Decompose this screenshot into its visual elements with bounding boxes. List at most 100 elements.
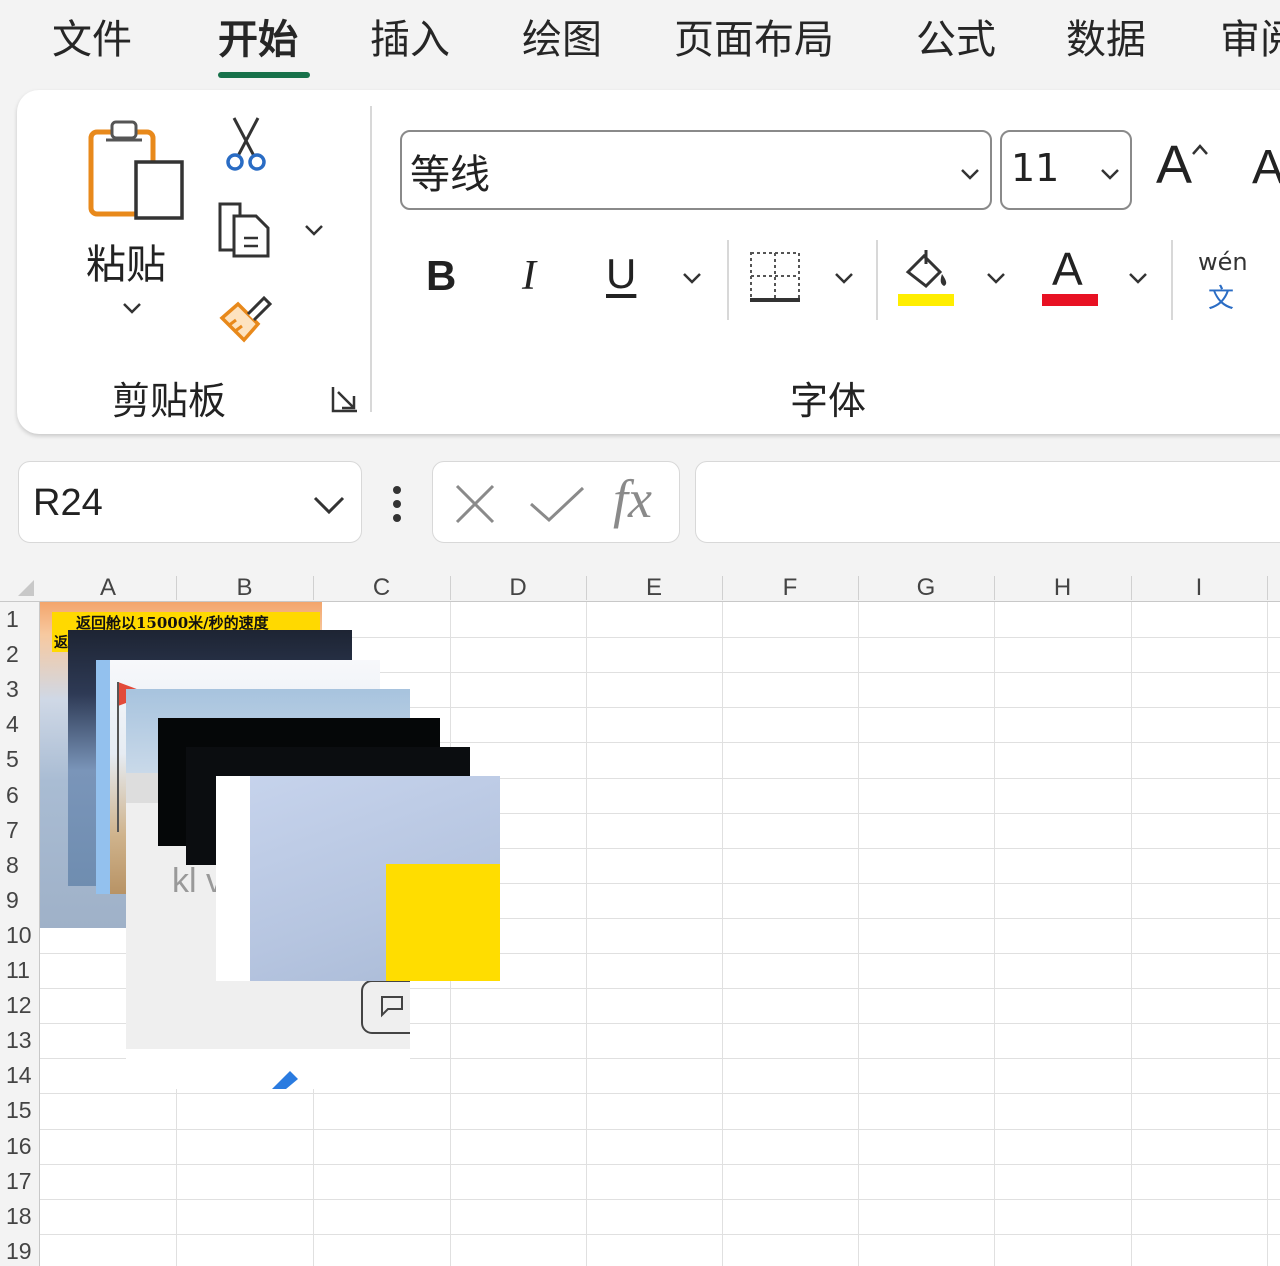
phonetic-guide-bottom[interactable]: 文 [1208,278,1234,315]
gridline-vertical [586,602,587,1266]
picture-yellow-block [386,864,500,981]
picture-caption-2: 返 [54,635,68,651]
comment-icon [361,980,410,1034]
ribbon-group-separator [370,106,372,412]
row-header[interactable]: 17 [0,1168,36,1195]
column-header[interactable]: B [236,574,252,602]
italic-button[interactable]: I [522,252,536,300]
font-name-combobox[interactable]: 等线 [400,130,992,210]
tab-formulas[interactable]: 公式 [916,10,996,70]
column-header-divider [858,576,859,600]
gridline-vertical [1131,602,1132,1266]
tab-file[interactable]: 文件 [52,10,132,70]
paste-label[interactable]: 粘贴 [86,232,166,290]
column-header[interactable]: A [100,574,116,602]
name-box-value: R24 [33,482,103,524]
row-header[interactable]: 18 [0,1203,36,1230]
underline-button[interactable]: U [606,250,636,298]
formula-input[interactable] [695,461,1280,543]
row-header[interactable]: 19 [0,1238,36,1265]
separator [727,240,729,320]
fill-color-icon[interactable] [898,246,956,308]
chevron-down-icon[interactable] [680,266,704,290]
row-header[interactable]: 11 [0,957,36,984]
column-header[interactable]: D [509,574,526,602]
column-header-divider [586,576,587,600]
paste-icon[interactable] [88,118,186,222]
chevron-down-icon[interactable] [311,490,347,518]
gridline-vertical [1267,602,1268,1266]
chevron-down-icon[interactable] [832,266,856,290]
font-color-button[interactable]: A [1052,242,1083,296]
separator [876,240,878,320]
ribbon-tabs: 文件 开始 插入 绘图 页面布局 公式 数据 审阅 [0,0,1280,88]
row-header[interactable]: 8 [0,852,36,879]
cut-icon[interactable] [224,116,268,172]
dialog-launcher-icon[interactable] [330,384,360,414]
cancel-icon[interactable] [453,482,497,526]
tab-review[interactable]: 审阅 [1220,10,1280,70]
row-header[interactable]: 6 [0,782,36,809]
tab-home[interactable]: 开始 [218,10,298,70]
font-name-value: 等线 [410,152,490,198]
row-header[interactable]: 10 [0,922,36,949]
font-color-swatch [1042,294,1098,306]
row-header[interactable]: 5 [0,746,36,773]
row-header[interactable]: 12 [0,992,36,1019]
chevron-down-icon[interactable] [984,266,1008,290]
row-header[interactable]: 4 [0,711,36,738]
worksheet-picture-7[interactable] [216,776,500,981]
column-header[interactable]: F [783,574,798,602]
borders-icon[interactable] [748,250,802,304]
font-size-combobox[interactable]: 11 [1000,130,1132,210]
select-all-corner[interactable] [18,580,34,596]
copy-icon[interactable] [216,200,274,260]
enter-icon[interactable] [529,484,585,524]
row-header[interactable]: 1 [0,606,36,633]
column-header[interactable]: C [373,574,390,602]
tab-page-layout[interactable]: 页面布局 [674,10,834,70]
column-header[interactable]: E [646,574,662,602]
font-size-value: 11 [1011,146,1060,190]
column-header[interactable]: H [1054,574,1071,602]
tab-draw[interactable]: 绘图 [522,10,602,70]
format-painter-icon[interactable] [218,288,276,344]
grow-font-button[interactable]: A [1156,134,1192,196]
bold-button[interactable]: B [426,252,456,300]
gridline-vertical [858,602,859,1266]
row-header[interactable]: 9 [0,887,36,914]
row-header[interactable]: 3 [0,676,36,703]
gridline-vertical [994,602,995,1266]
column-header-bar [0,572,1280,602]
gridline-horizontal [40,1198,1280,1200]
gridline-vertical [722,602,723,1266]
gridline-horizontal [40,1163,1280,1165]
row-header[interactable]: 15 [0,1097,36,1124]
column-header-divider [176,576,177,600]
tab-insert[interactable]: 插入 [370,10,450,70]
chevron-down-icon[interactable] [958,162,982,186]
row-header[interactable]: 16 [0,1133,36,1160]
column-header[interactable]: G [917,574,936,602]
row-header[interactable]: 14 [0,1062,36,1089]
tab-data[interactable]: 数据 [1066,10,1146,70]
picture-edge [96,660,110,894]
gridline-horizontal [40,1233,1280,1235]
insert-function-button[interactable]: fx [613,468,652,530]
row-header[interactable]: 2 [0,641,36,668]
active-tab-indicator [218,72,310,78]
chevron-down-icon[interactable] [302,218,326,242]
chevron-down-icon[interactable] [1126,266,1150,290]
row-header[interactable]: 7 [0,817,36,844]
more-options-icon[interactable] [391,484,403,524]
column-header-divider [1131,576,1132,600]
column-header[interactable]: I [1196,574,1203,602]
chevron-down-icon[interactable] [120,296,144,320]
name-box[interactable]: R24 [18,461,362,543]
clipboard-group-label: 剪贴板 [112,379,227,423]
phonetic-guide-top[interactable]: wén [1198,248,1248,276]
pen-icon [272,1071,298,1089]
shrink-font-button[interactable]: A [1252,140,1280,195]
row-header[interactable]: 13 [0,1027,36,1054]
chevron-down-icon[interactable] [1098,162,1122,186]
